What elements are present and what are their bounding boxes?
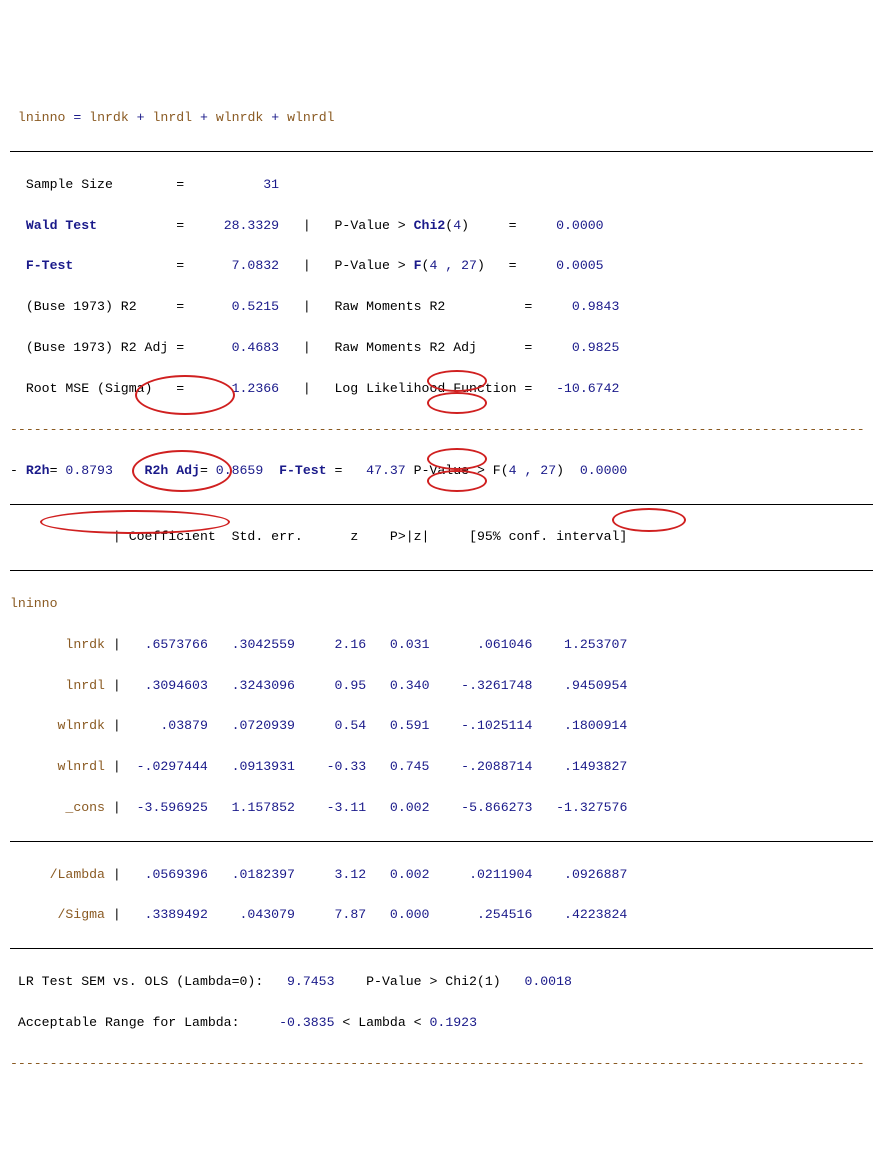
val-wald: 28.3329	[224, 218, 279, 233]
rule-tbl-bot	[10, 948, 873, 949]
row-sigma: /Sigma | .3389492 .043079 7.87 0.000 .25…	[10, 905, 873, 925]
rule-tbl-hdr	[10, 570, 873, 571]
val-r2h-adj: 0.8659	[216, 463, 263, 478]
val-r2h: 0.8793	[65, 463, 112, 478]
row-ftest: F-Test = 7.0832 | P-Value > F(4 , 27) = …	[10, 256, 873, 276]
val-r2h-f: 47.37	[366, 463, 406, 478]
row-wlnrdk: wlnrdk | .03879 .0720939 0.54 0.591 -.10…	[10, 716, 873, 736]
eq-lhs: lninno	[18, 110, 65, 125]
eq-r2: lnrdl	[153, 110, 193, 125]
rule-tbl-top	[10, 504, 873, 505]
row-lambda: /Lambda | .0569396 .0182397 3.12 0.002 .…	[10, 865, 873, 885]
row-wlnrdl: wlnrdl | -.0297444 .0913931 -0.33 0.745 …	[10, 757, 873, 777]
dash-1: ----------------------------------------…	[10, 420, 873, 440]
rule-top	[10, 151, 873, 152]
val-raw-r2: 0.9843	[572, 299, 619, 314]
row-sample-size: Sample Size = 31	[10, 175, 873, 195]
rule-mid	[10, 841, 873, 842]
val-raw-r2a: 0.9825	[572, 340, 619, 355]
row-r2h: - R2h= 0.8793 R2h Adj= 0.8659 F-Test = 4…	[10, 461, 873, 481]
val-rmse: 1.2366	[232, 381, 279, 396]
val-f: 7.0832	[232, 258, 279, 273]
eq-r3: wlnrdk	[216, 110, 263, 125]
eq-r1: lnrdk	[89, 110, 129, 125]
val-ll: -10.6742	[556, 381, 619, 396]
val-wald-p: 0.0000	[556, 218, 603, 233]
lbl-f: F-Test	[26, 258, 73, 273]
val-buse-r2: 0.5215	[232, 299, 279, 314]
val-r2h-p: 0.0000	[580, 463, 627, 478]
depvar: lninno	[10, 594, 873, 614]
row-buse-r2a: (Buse 1973) R2 Adj = 0.4683 | Raw Moment…	[10, 338, 873, 358]
lbl-wald: Wald Test	[26, 218, 97, 233]
row-rmse: Root MSE (Sigma) = 1.2366 | Log Likeliho…	[10, 379, 873, 399]
lr-stat: 9.7453	[287, 974, 334, 989]
val-f-p: 0.0005	[556, 258, 603, 273]
dash-2: ----------------------------------------…	[10, 1054, 873, 1074]
lr-p: 0.0018	[524, 974, 571, 989]
lambda-range-row: Acceptable Range for Lambda: -0.3835 < L…	[10, 1013, 873, 1033]
lr-test-row: LR Test SEM vs. OLS (Lambda=0): 9.7453 P…	[10, 972, 873, 992]
row-lnrdl: lnrdl | .3094603 .3243096 0.95 0.340 -.3…	[10, 676, 873, 696]
row-buse-r2: (Buse 1973) R2 = 0.5215 | Raw Moments R2…	[10, 297, 873, 317]
eq-r4: wlnrdl	[287, 110, 334, 125]
row-lnrdk: lnrdk | .6573766 .3042559 2.16 0.031 .06…	[10, 635, 873, 655]
annotation-overlay	[0, 0, 16, 184]
equation-line: lninno = lnrdk + lnrdl + wlnrdk + wlnrdl	[10, 108, 873, 128]
val-sample-size: 31	[263, 177, 279, 192]
row-cons: _cons | -3.596925 1.157852 -3.11 0.002 -…	[10, 798, 873, 818]
val-buse-r2a: 0.4683	[232, 340, 279, 355]
row-wald: Wald Test = 28.3329 | P-Value > Chi2(4) …	[10, 216, 873, 236]
table-header: | Coefficient Std. err. z P>|z| [95% con…	[10, 527, 873, 547]
